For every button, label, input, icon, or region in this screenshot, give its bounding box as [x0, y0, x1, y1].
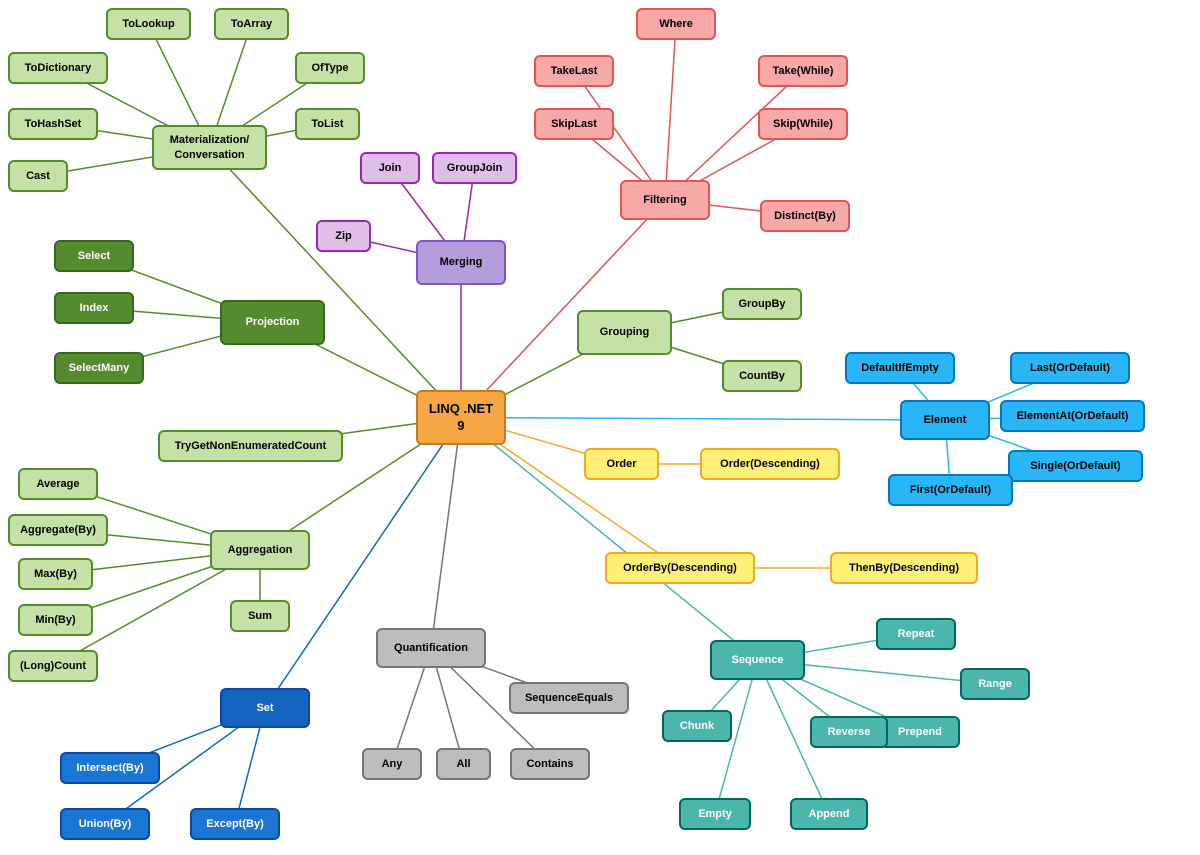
node-cast: Cast: [8, 160, 68, 192]
node-tolist: ToList: [295, 108, 360, 140]
node-tryget: TryGetNonEnumeratedCount: [158, 430, 343, 462]
node-groupjoin: GroupJoin: [432, 152, 517, 184]
node-toarray: ToArray: [214, 8, 289, 40]
node-sequence: Sequence: [710, 640, 805, 680]
node-filtering: Filtering: [620, 180, 710, 220]
node-merging: Merging: [416, 240, 506, 285]
node-elementatordefault: ElementAt(OrDefault): [1000, 400, 1145, 432]
node-countby: CountBy: [722, 360, 802, 392]
node-empty: Empty: [679, 798, 751, 830]
mindmap-canvas: LINQ .NET 9 Where Filtering TakeLast SkipLas…: [0, 0, 1200, 855]
node-order: Order: [584, 448, 659, 480]
node-mat: Materialization/ Conversation: [152, 125, 267, 170]
node-element: Element: [900, 400, 990, 440]
node-groupby: GroupBy: [722, 288, 802, 320]
node-average: Average: [18, 468, 98, 500]
node-defaultifempty: DefaultIfEmpty: [845, 352, 955, 384]
node-exceptby: Except(By): [190, 808, 280, 840]
node-todictionary: ToDictionary: [8, 52, 108, 84]
node-tohashset: ToHashSet: [8, 108, 98, 140]
node-projection: Projection: [220, 300, 325, 345]
node-append: Append: [790, 798, 868, 830]
node-skipwhile: Skip(While): [758, 108, 848, 140]
node-set: Set: [220, 688, 310, 728]
node-intersectby: Intersect(By): [60, 752, 160, 784]
node-zip: Zip: [316, 220, 371, 252]
node-range: Range: [960, 668, 1030, 700]
node-singleordefault: Single(OrDefault): [1008, 450, 1143, 482]
node-reverse: Reverse: [810, 716, 888, 748]
node-oftype: OfType: [295, 52, 365, 84]
node-takewhile: Take(While): [758, 55, 848, 87]
node-quantification: Quantification: [376, 628, 486, 668]
node-where: Where: [636, 8, 716, 40]
node-longcount: (Long)Count: [8, 650, 98, 682]
node-sum: Sum: [230, 600, 290, 632]
node-tolookup: ToLookup: [106, 8, 191, 40]
node-repeat: Repeat: [876, 618, 956, 650]
node-firstordefault: First(OrDefault): [888, 474, 1013, 506]
node-maxby: Max(By): [18, 558, 93, 590]
node-index: Index: [54, 292, 134, 324]
node-aggregation: Aggregation: [210, 530, 310, 570]
node-distinctby: Distinct(By): [760, 200, 850, 232]
node-sequenceequals: SequenceEquals: [509, 682, 629, 714]
node-contains: Contains: [510, 748, 590, 780]
node-select: Select: [54, 240, 134, 272]
node-any: Any: [362, 748, 422, 780]
node-join: Join: [360, 152, 420, 184]
node-takelast: TakeLast: [534, 55, 614, 87]
node-grouping: Grouping: [577, 310, 672, 355]
node-chunk: Chunk: [662, 710, 732, 742]
node-all: All: [436, 748, 491, 780]
node-orderbydescending: OrderBy(Descending): [605, 552, 755, 584]
node-lastordefault: Last(OrDefault): [1010, 352, 1130, 384]
node-orderdescending: Order(Descending): [700, 448, 840, 480]
node-aggregateby: Aggregate(By): [8, 514, 108, 546]
node-minby: Min(By): [18, 604, 93, 636]
node-linq: LINQ .NET 9: [416, 390, 506, 445]
node-skiplast: SkipLast: [534, 108, 614, 140]
node-prepend: Prepend: [880, 716, 960, 748]
node-unionby: Union(By): [60, 808, 150, 840]
node-thenbydescending: ThenBy(Descending): [830, 552, 978, 584]
node-selectmany: SelectMany: [54, 352, 144, 384]
